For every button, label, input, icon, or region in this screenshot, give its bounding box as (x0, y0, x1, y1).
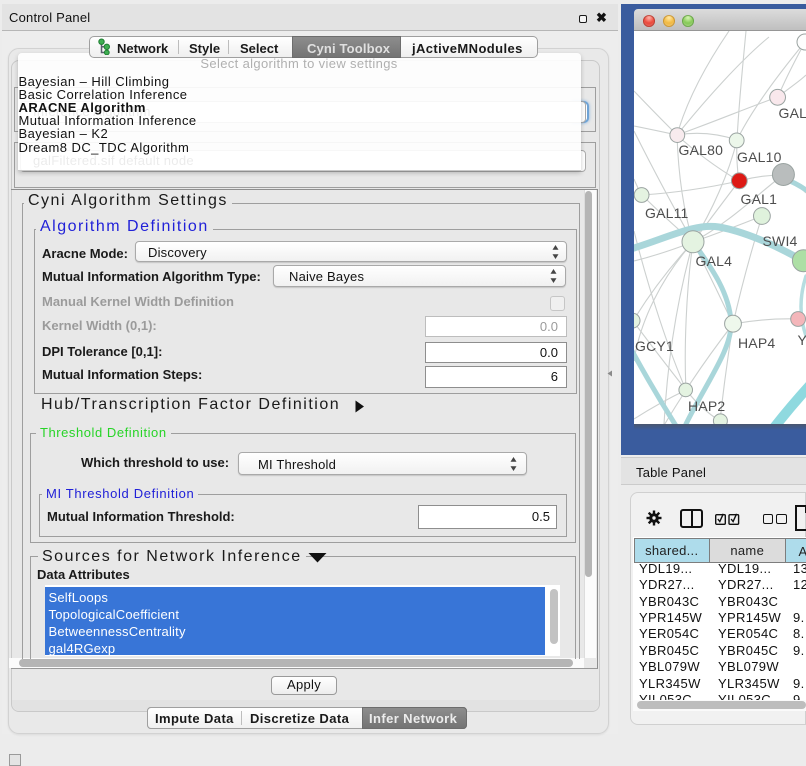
svg-text:GAL80: GAL80 (679, 142, 724, 158)
svg-text:GAL11: GAL11 (645, 205, 689, 221)
svg-text:SWI4: SWI4 (763, 233, 798, 249)
svg-text:HAP2: HAP2 (688, 398, 725, 414)
svg-text:GAL7: GAL7 (779, 105, 806, 121)
svg-text:Y: Y (798, 332, 806, 348)
svg-text:GAL10: GAL10 (737, 149, 782, 165)
svg-text:GAL4: GAL4 (696, 253, 733, 269)
svg-text:HAP4: HAP4 (738, 335, 775, 351)
svg-text:GCY1: GCY1 (635, 338, 674, 354)
svg-text:GAL1: GAL1 (741, 191, 778, 207)
